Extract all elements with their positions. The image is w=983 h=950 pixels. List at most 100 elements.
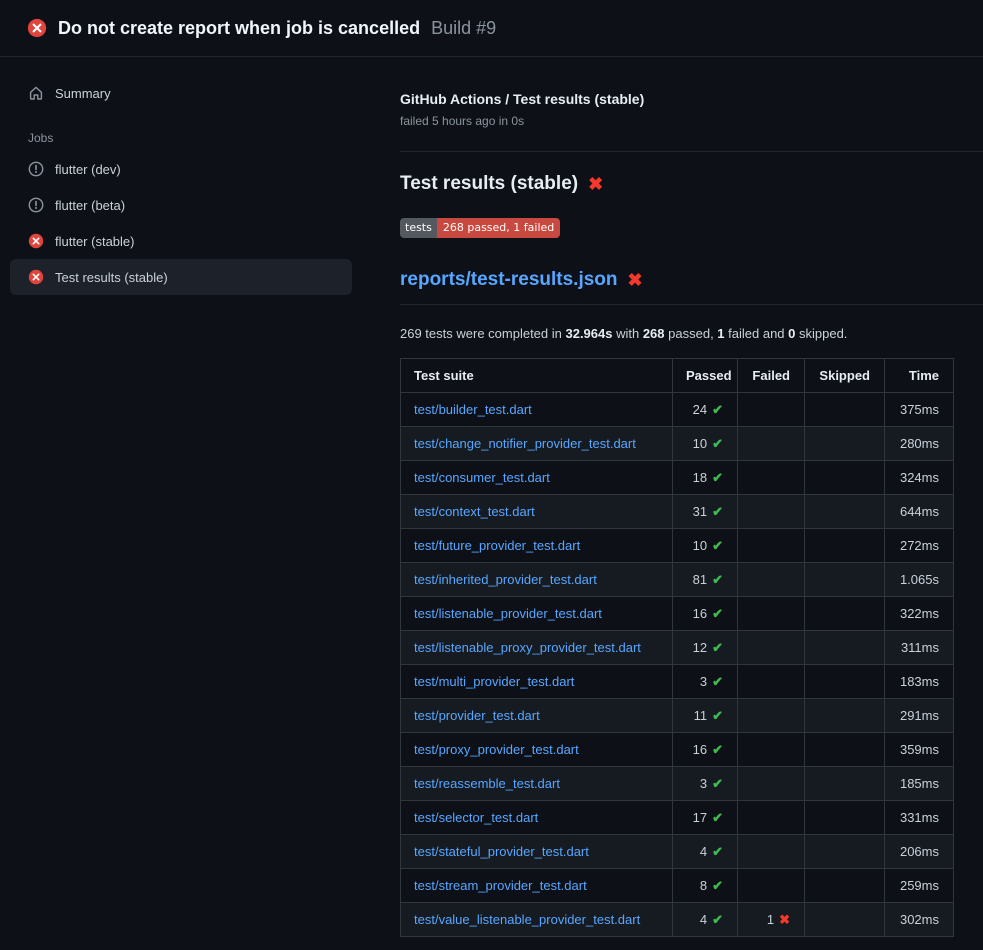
passed-cell: 31✔ (673, 495, 738, 529)
main-content: GitHub Actions / Test results (stable) f… (376, 57, 983, 937)
skipped-cell (805, 495, 885, 529)
test-suite-cell: test/context_test.dart (401, 495, 673, 529)
time-value: 322ms (900, 606, 939, 621)
passed-count: 4 (700, 844, 707, 859)
failed-cell: ✖ (738, 767, 805, 801)
passed-count: 24 (693, 402, 707, 417)
skipped-cell (805, 733, 885, 767)
passed-cell: 3✔ (673, 665, 738, 699)
test-suite-link[interactable]: test/listenable_proxy_provider_test.dart (414, 640, 641, 655)
passed-cell: 24 ✔ (673, 393, 738, 427)
failed-total: 1 (717, 326, 724, 341)
test-suite-cell: test/reassemble_test.dart (401, 767, 673, 801)
cancelled-status-icon (28, 197, 44, 213)
run-meta: failed 5 hours ago in 0s (400, 114, 983, 128)
passed-count: 3 (700, 776, 707, 791)
table-row: test/multi_provider_test.dart 3✔ ✖ 183ms (401, 665, 954, 699)
passed-cell: 81✔ (673, 563, 738, 597)
skipped-cell (805, 529, 885, 563)
build-number: Build #9 (431, 18, 496, 39)
column-header-failed: Failed (738, 359, 805, 393)
check-icon: ✔ (712, 538, 723, 553)
test-suite-link[interactable]: test/change_notifier_provider_test.dart (414, 436, 636, 451)
time-cell: 272ms (885, 529, 954, 563)
sidebar-item-label: flutter (stable) (55, 234, 134, 249)
failed-cell: ✖ (738, 665, 805, 699)
test-suite-link[interactable]: test/reassemble_test.dart (414, 776, 560, 791)
time-value: 331ms (900, 810, 939, 825)
sidebar-item-summary[interactable]: Summary (10, 75, 352, 111)
failed-status-icon (27, 18, 47, 38)
time-value: 291ms (900, 708, 939, 723)
test-suite-cell: test/selector_test.dart (401, 801, 673, 835)
passed-count: 3 (700, 674, 707, 689)
time-cell: 183ms (885, 665, 954, 699)
passed-cell: 3✔ (673, 767, 738, 801)
test-suite-link[interactable]: test/consumer_test.dart (414, 470, 550, 485)
test-suite-link[interactable]: test/selector_test.dart (414, 810, 538, 825)
time-cell: 291ms (885, 699, 954, 733)
failed-cell: ✖ (738, 631, 805, 665)
table-row: test/builder_test.dart 24✔ ✖ 375ms (401, 393, 954, 427)
column-header-time: Time (885, 359, 954, 393)
badge-value: 268 passed, 1 failed (437, 218, 560, 238)
test-suite-link[interactable]: test/provider_test.dart (414, 708, 540, 723)
report-file-link[interactable]: reports/test-results.json (400, 269, 618, 291)
failed-cell: ✖ (738, 393, 805, 427)
skipped-cell (805, 801, 885, 835)
failed-cell: ✖ (738, 529, 805, 563)
time-value: 302ms (900, 912, 939, 927)
test-suite-cell: test/value_listenable_provider_test.dart (401, 903, 673, 937)
divider (400, 304, 983, 305)
sidebar-item-label: flutter (dev) (55, 162, 121, 177)
test-suite-link[interactable]: test/context_test.dart (414, 504, 535, 519)
failed-cell: ✖ (738, 495, 805, 529)
jobs-section-heading: Jobs (28, 131, 352, 145)
time-cell: 206ms (885, 835, 954, 869)
test-suite-link[interactable]: test/listenable_provider_test.dart (414, 606, 602, 621)
test-suite-cell: test/future_provider_test.dart (401, 529, 673, 563)
skipped-cell (805, 869, 885, 903)
test-results-table-body: test/builder_test.dart 24✔ ✖ 375ms test/… (401, 393, 954, 937)
failed-cell: ✖ (738, 461, 805, 495)
check-icon: ✔ (712, 708, 723, 723)
check-icon: ✔ (712, 402, 723, 417)
check-icon: ✔ (712, 844, 723, 859)
test-suite-link[interactable]: test/inherited_provider_test.dart (414, 572, 597, 587)
test-suite-link[interactable]: test/stream_provider_test.dart (414, 878, 587, 893)
time-value: 185ms (900, 776, 939, 791)
test-suite-link[interactable]: test/value_listenable_provider_test.dart (414, 912, 640, 927)
passed-count: 16 (693, 606, 707, 621)
column-header-passed: Passed (673, 359, 738, 393)
passed-cell: 16✔ (673, 733, 738, 767)
time-value: 280ms (900, 436, 939, 451)
sidebar-item-test-results-stable[interactable]: Test results (stable) (10, 259, 352, 295)
test-suite-cell: test/stream_provider_test.dart (401, 869, 673, 903)
sidebar-item-flutter-beta[interactable]: flutter (beta) (10, 187, 352, 223)
column-header-skipped: Skipped (805, 359, 885, 393)
failed-status-icon (28, 233, 44, 249)
check-icon: ✔ (712, 572, 723, 587)
table-row: test/context_test.dart 31✔ ✖ 644ms (401, 495, 954, 529)
check-icon: ✔ (712, 470, 723, 485)
check-icon: ✔ (712, 674, 723, 689)
time-value: 183ms (900, 674, 939, 689)
time-cell: 322ms (885, 597, 954, 631)
test-suite-link[interactable]: test/proxy_provider_test.dart (414, 742, 579, 757)
test-suite-link[interactable]: test/builder_test.dart (414, 402, 532, 417)
fail-cross-icon: ✖ (628, 271, 643, 289)
sidebar-item-flutter-stable[interactable]: flutter (stable) (10, 223, 352, 259)
passed-cell: 11✔ (673, 699, 738, 733)
test-suite-link[interactable]: test/multi_provider_test.dart (414, 674, 574, 689)
check-icon: ✔ (712, 436, 723, 451)
skipped-cell (805, 835, 885, 869)
badge-label: tests (400, 218, 437, 238)
test-suite-cell: test/stateful_provider_test.dart (401, 835, 673, 869)
sidebar-item-flutter-dev[interactable]: flutter (dev) (10, 151, 352, 187)
sidebar: Summary Jobs flutter (dev) flut (0, 57, 376, 295)
time-cell: 644ms (885, 495, 954, 529)
test-suite-link[interactable]: test/future_provider_test.dart (414, 538, 580, 553)
test-suite-link[interactable]: test/stateful_provider_test.dart (414, 844, 589, 859)
test-suite-cell: test/consumer_test.dart (401, 461, 673, 495)
passed-cell: 4✔ (673, 903, 738, 937)
